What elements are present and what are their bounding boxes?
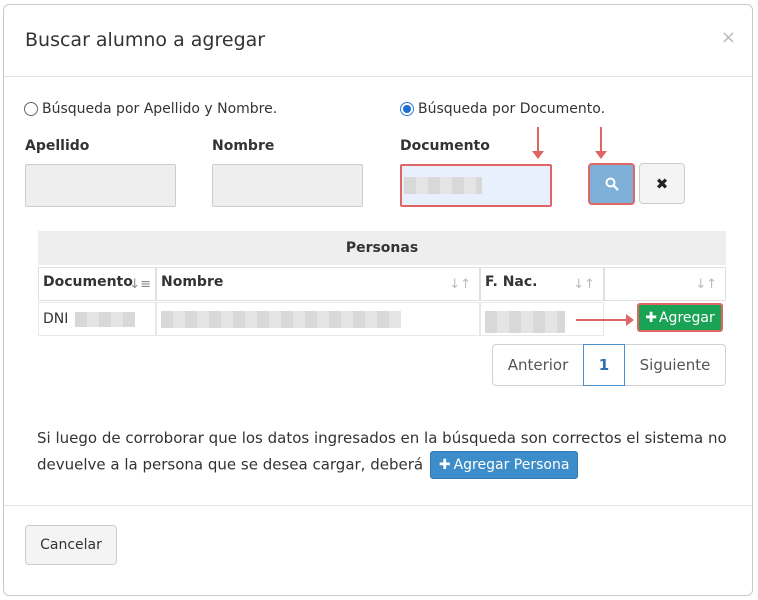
fnac-redacted bbox=[485, 311, 565, 333]
search-icon bbox=[605, 177, 619, 191]
clear-button[interactable]: ✖ bbox=[639, 163, 685, 204]
annotation-arrow-search bbox=[595, 127, 607, 159]
radio-search-by-name[interactable]: Búsqueda por Apellido y Nombre. bbox=[24, 101, 277, 117]
pagination-prev-button[interactable]: Anterior bbox=[492, 344, 584, 386]
sort-asc-icon: ↓≡ bbox=[129, 277, 151, 292]
nombre-input[interactable] bbox=[212, 164, 363, 207]
column-header-documento[interactable]: Documento ↓≡ bbox=[38, 267, 156, 301]
pagination: Anterior 1 Siguiente bbox=[492, 344, 726, 386]
close-icon[interactable]: × bbox=[721, 27, 736, 48]
documento-input[interactable] bbox=[400, 164, 552, 207]
sort-icon: ↓↑ bbox=[573, 277, 595, 292]
column-header-nombre[interactable]: Nombre ↓↑ bbox=[156, 267, 480, 301]
radio-document-circle[interactable] bbox=[400, 102, 414, 116]
sort-icon: ↓↑ bbox=[695, 277, 717, 292]
column-header-actions[interactable]: ↓↑ bbox=[604, 267, 726, 301]
modal-footer-divider bbox=[4, 505, 752, 506]
documento-value-redacted bbox=[404, 177, 482, 194]
radio-document-label: Búsqueda por Documento. bbox=[418, 101, 606, 117]
plus-icon: ✚ bbox=[438, 457, 451, 473]
pagination-page-1[interactable]: 1 bbox=[583, 344, 625, 386]
nombre-label: Nombre bbox=[212, 138, 275, 154]
table-caption: Personas bbox=[38, 231, 726, 265]
modal-header: Buscar alumno a agregar × bbox=[4, 5, 752, 77]
times-icon: ✖ bbox=[655, 174, 669, 193]
documento-label: Documento bbox=[400, 138, 490, 154]
radio-name-circle[interactable] bbox=[24, 102, 38, 116]
sort-icon: ↓↑ bbox=[449, 277, 471, 292]
annotation-arrow-agregar bbox=[576, 314, 634, 326]
column-header-fnac[interactable]: F. Nac. ↓↑ bbox=[480, 267, 604, 301]
apellido-label: Apellido bbox=[25, 138, 90, 154]
add-person-button[interactable]: ✚ Agregar Persona bbox=[429, 451, 579, 479]
search-button[interactable] bbox=[588, 163, 635, 205]
nombre-redacted bbox=[161, 311, 401, 328]
radio-name-label: Búsqueda por Apellido y Nombre. bbox=[42, 101, 278, 117]
radio-search-by-document[interactable]: Búsqueda por Documento. bbox=[400, 101, 605, 117]
table-row-nombre bbox=[156, 302, 480, 336]
apellido-input[interactable] bbox=[25, 164, 176, 207]
pagination-next-button[interactable]: Siguiente bbox=[624, 344, 726, 386]
plus-icon: ✚ bbox=[645, 309, 657, 326]
modal-title: Buscar alumno a agregar bbox=[25, 29, 266, 51]
search-student-modal: Buscar alumno a agregar × Búsqueda por A… bbox=[3, 4, 753, 596]
documento-redacted bbox=[74, 311, 135, 327]
table-row-documento: DNI bbox=[38, 302, 156, 336]
info-message: Si luego de corroborar que los datos ing… bbox=[37, 425, 737, 479]
add-student-button[interactable]: ✚ Agregar bbox=[637, 303, 723, 332]
cancel-button[interactable]: Cancelar bbox=[25, 525, 117, 565]
annotation-arrow-documento bbox=[532, 127, 544, 159]
